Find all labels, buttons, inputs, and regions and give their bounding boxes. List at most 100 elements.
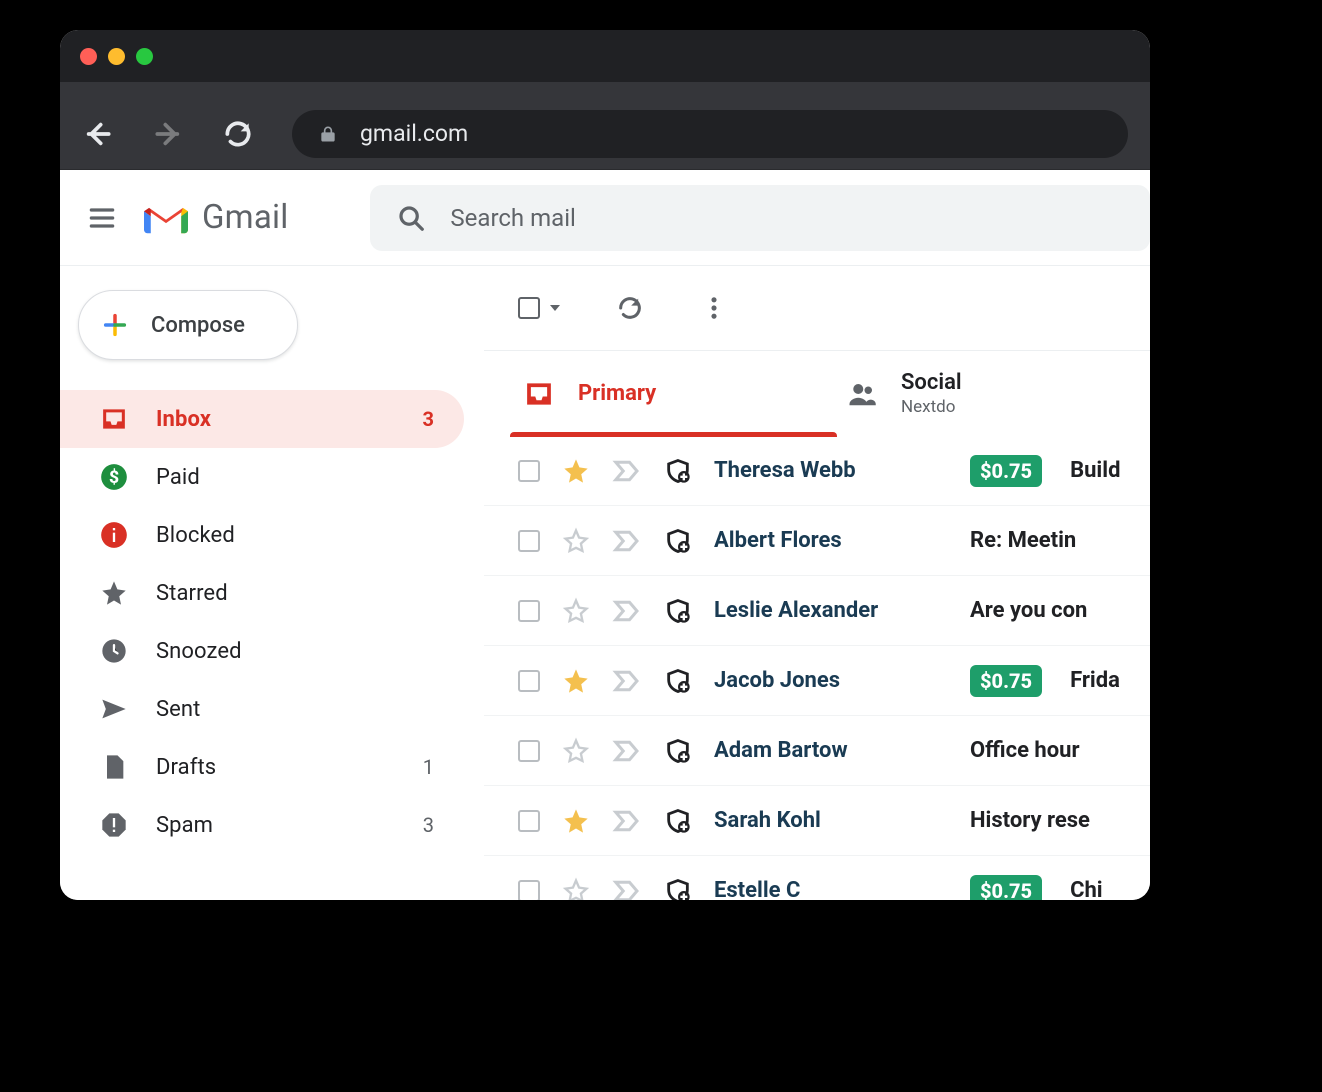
tab-label: Primary (578, 381, 656, 406)
importance-marker-icon (612, 666, 642, 696)
gmail-logo-text: Gmail (202, 198, 288, 237)
sender-shield-icon (664, 527, 692, 555)
lock-icon (318, 124, 338, 144)
svg-text:$: $ (109, 467, 119, 488)
sidebar-nav: Inbox 3 $ Paid Blocked (60, 390, 484, 854)
gmail-logo[interactable]: Gmail (144, 198, 288, 237)
email-checkbox[interactable] (518, 670, 540, 692)
importance-marker[interactable] (612, 806, 642, 836)
sidebar-item-label: Inbox (156, 407, 211, 432)
compose-button[interactable]: Compose (78, 290, 298, 360)
people-icon (847, 379, 877, 409)
email-star-button[interactable] (562, 807, 590, 835)
email-star-button[interactable] (562, 737, 590, 765)
send-icon (100, 695, 128, 723)
email-sender: Leslie Alexander (714, 598, 948, 623)
sidebar-item-inbox[interactable]: Inbox 3 (60, 390, 464, 448)
email-subject: Re: Meetin (970, 528, 1076, 553)
importance-marker-icon (612, 876, 642, 901)
select-all-checkbox[interactable] (518, 297, 560, 319)
email-subject: Office hour (970, 738, 1080, 763)
tab-label-group: Social Nextdo (901, 370, 962, 417)
email-subject: Build (1070, 458, 1120, 483)
sidebar-item-paid[interactable]: $ Paid (60, 448, 464, 506)
address-bar[interactable]: gmail.com (292, 110, 1128, 158)
gmail-header: Gmail Search mail (60, 170, 1150, 266)
email-checkbox[interactable] (518, 810, 540, 832)
email-subject: Chi (1070, 878, 1103, 900)
importance-marker[interactable] (612, 736, 642, 766)
back-button[interactable] (82, 118, 114, 150)
reload-icon (222, 118, 254, 150)
tab-social[interactable]: Social Nextdo (827, 351, 1150, 436)
spam-icon (100, 811, 128, 839)
email-star-button[interactable] (562, 667, 590, 695)
tab-primary[interactable]: Primary (504, 351, 827, 436)
email-checkbox[interactable] (518, 600, 540, 622)
window-minimize-button[interactable] (108, 48, 125, 65)
sidebar-item-snoozed[interactable]: Snoozed (60, 622, 464, 680)
email-checkbox[interactable] (518, 460, 540, 482)
more-button[interactable] (700, 294, 728, 322)
email-row[interactable]: Sarah KohlHistory rese (484, 786, 1150, 856)
shield-plus-icon (664, 527, 692, 555)
search-input[interactable]: Search mail (370, 185, 1150, 251)
importance-marker-icon (612, 526, 642, 556)
email-sender: Theresa Webb (714, 458, 948, 483)
main-menu-button[interactable] (86, 202, 118, 234)
sidebar-item-label: Starred (156, 581, 228, 606)
email-row[interactable]: Estelle C$0.75Chi (484, 856, 1150, 900)
arrow-left-icon (82, 117, 114, 151)
sidebar-item-label: Spam (156, 813, 213, 838)
shield-plus-icon (664, 807, 692, 835)
sidebar-item-count: 3 (423, 407, 434, 431)
email-checkbox[interactable] (518, 880, 540, 901)
email-checkbox[interactable] (518, 530, 540, 552)
sidebar-item-label: Drafts (156, 755, 216, 780)
importance-marker[interactable] (612, 666, 642, 696)
list-toolbar (484, 266, 1150, 350)
email-row[interactable]: Adam BartowOffice hour (484, 716, 1150, 786)
importance-marker[interactable] (612, 876, 642, 901)
more-vertical-icon (700, 294, 728, 322)
email-sender: Jacob Jones (714, 668, 948, 693)
sender-shield-icon (664, 737, 692, 765)
caret-down-icon (550, 305, 560, 311)
importance-marker[interactable] (612, 456, 642, 486)
window-close-button[interactable] (80, 48, 97, 65)
shield-plus-icon (664, 737, 692, 765)
email-row[interactable]: Leslie AlexanderAre you con (484, 576, 1150, 646)
sidebar-item-drafts[interactable]: Drafts 1 (60, 738, 464, 796)
search-icon (396, 203, 426, 233)
email-row[interactable]: Theresa Webb$0.75Build (484, 436, 1150, 506)
email-star-button[interactable] (562, 877, 590, 901)
sidebar-item-label: Blocked (156, 523, 235, 548)
refresh-button[interactable] (616, 294, 644, 322)
sidebar-item-spam[interactable]: Spam 3 (60, 796, 464, 854)
tab-sublabel: Nextdo (901, 397, 962, 417)
forward-button[interactable] (152, 118, 184, 150)
sidebar-item-sent[interactable]: Sent (60, 680, 464, 738)
sidebar-item-starred[interactable]: Starred (60, 564, 464, 622)
dollar-circle-icon: $ (100, 463, 128, 491)
inbox-icon (524, 379, 554, 409)
email-row[interactable]: Albert FloresRe: Meetin (484, 506, 1150, 576)
email-sender: Sarah Kohl (714, 808, 948, 833)
shield-plus-icon (664, 597, 692, 625)
sidebar-item-blocked[interactable]: Blocked (60, 506, 464, 564)
gmail-body: Compose Inbox 3 $ Paid (60, 266, 1150, 900)
sidebar: Compose Inbox 3 $ Paid (60, 266, 484, 900)
email-star-button[interactable] (562, 457, 590, 485)
search-placeholder: Search mail (450, 204, 575, 232)
importance-marker[interactable] (612, 526, 642, 556)
inbox-icon (100, 405, 128, 433)
email-star-button[interactable] (562, 597, 590, 625)
star-icon (100, 579, 128, 607)
email-row[interactable]: Jacob Jones$0.75Frida (484, 646, 1150, 716)
email-star-button[interactable] (562, 527, 590, 555)
email-checkbox[interactable] (518, 740, 540, 762)
window-zoom-button[interactable] (136, 48, 153, 65)
reload-button[interactable] (222, 118, 254, 150)
sender-shield-icon (664, 667, 692, 695)
importance-marker[interactable] (612, 596, 642, 626)
